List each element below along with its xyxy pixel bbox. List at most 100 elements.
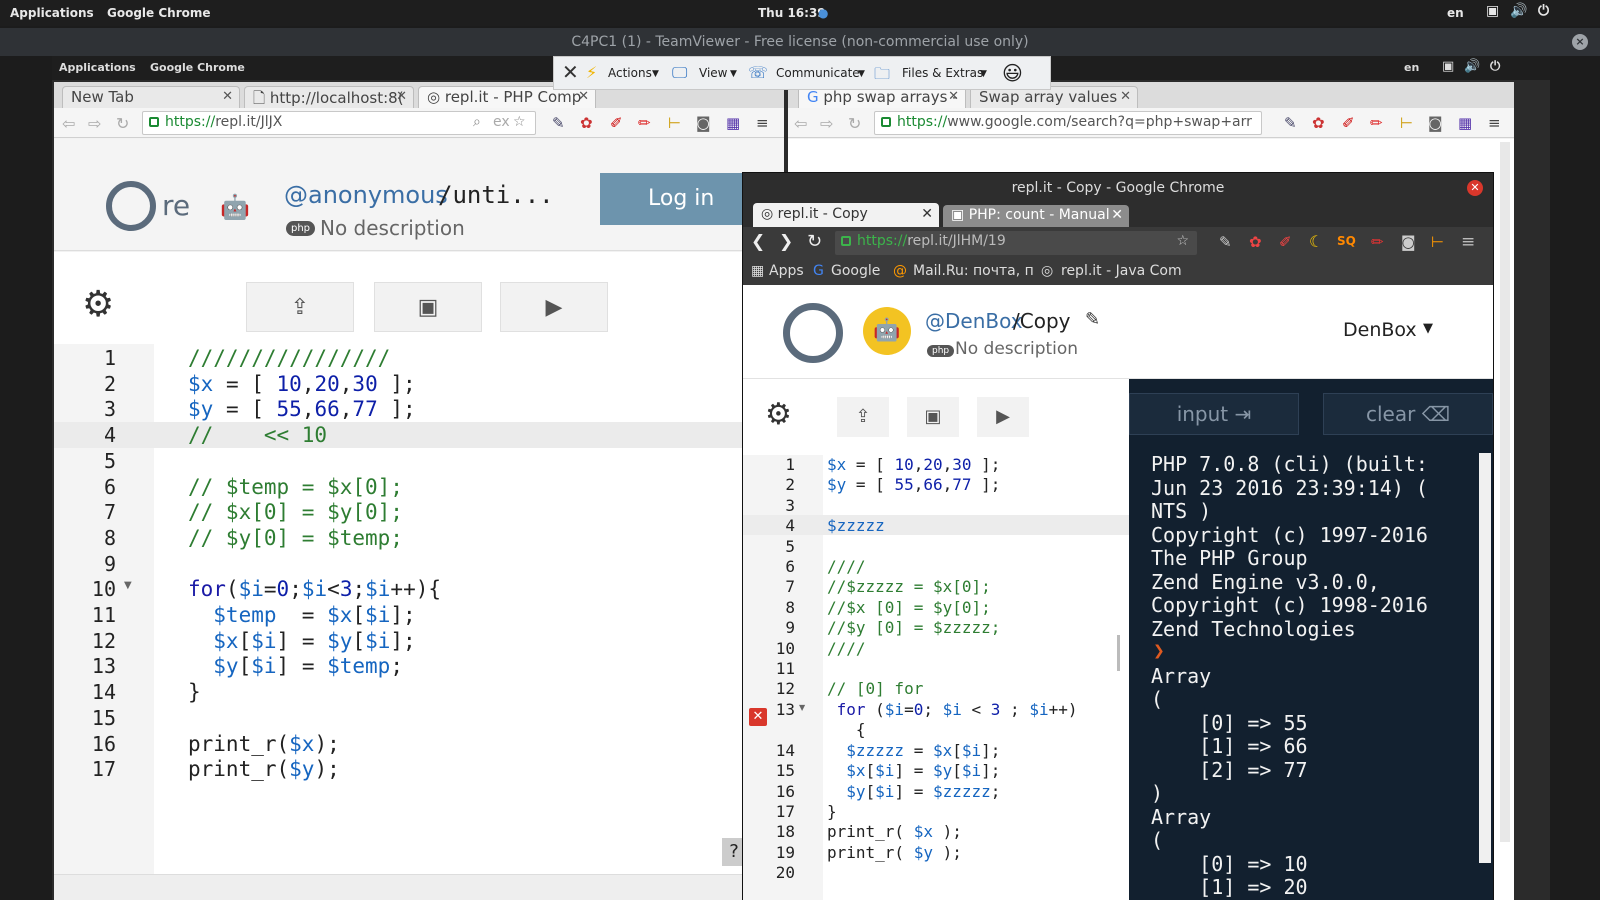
actions-menu[interactable]: Actions <box>608 66 652 80</box>
project-name[interactable]: /Copy <box>1013 309 1070 333</box>
code-line[interactable]: //////////////// <box>188 346 441 372</box>
clear-button[interactable]: clear ⌫ <box>1323 393 1493 435</box>
tab-php-count[interactable]: ▣ PHP: count - Manual ✕ <box>943 205 1129 227</box>
settings-gear-icon[interactable]: ⚙ <box>765 397 792 432</box>
code-line[interactable]: $x[$i] = $y[$i]; <box>188 629 441 655</box>
code-line[interactable]: $x = [ 10,20,30 ]; <box>188 372 441 398</box>
back-icon[interactable]: ⇦ <box>62 114 75 133</box>
applications-menu[interactable]: Applications <box>10 6 94 20</box>
eyedropper-icon[interactable]: ✎ <box>1284 114 1297 132</box>
camera-icon[interactable]: ◙ <box>1401 233 1416 251</box>
close-tab-icon[interactable]: ✕ <box>1111 207 1123 223</box>
remote-power-icon[interactable]: ⏻ <box>1490 59 1500 74</box>
close-tab-icon[interactable]: ✕ <box>578 89 589 104</box>
code-line[interactable]: } <box>188 680 441 706</box>
files-extras-menu[interactable]: Files & Extras <box>902 66 983 80</box>
smiley-icon[interactable]: 😃 <box>1002 61 1023 85</box>
code-line[interactable]: $y = [ 55,66,77 ]; <box>188 397 441 423</box>
avatar[interactable]: 🤖 <box>863 307 911 355</box>
code-line[interactable]: print_r($x); <box>188 732 441 758</box>
code-line[interactable]: $zzzzz = $x[$i]; <box>827 741 1078 761</box>
run-button[interactable]: ▶ <box>500 282 608 332</box>
pen-icon[interactable]: ✐ <box>1342 114 1355 132</box>
pen-icon[interactable]: ✐ <box>610 114 623 132</box>
bookmark-apps[interactable]: Apps <box>769 263 804 279</box>
code-line[interactable]: //$zzzzz = $x[0]; <box>827 577 1078 597</box>
clock[interactable]: Thu 16:39 <box>758 6 826 20</box>
reload-icon[interactable]: ↻ <box>116 114 129 133</box>
console-output[interactable]: PHP 7.0.8 (cli) (built: Jun 23 2016 23:39… <box>1151 452 1428 900</box>
keyboard-layout[interactable]: en <box>1447 6 1464 20</box>
user-link[interactable]: @DenBox <box>925 309 1023 333</box>
pen-icon[interactable]: ✐ <box>1279 233 1292 251</box>
code-line[interactable] <box>827 537 1078 557</box>
code-line[interactable] <box>188 449 441 475</box>
caret-down-icon[interactable]: ▼ <box>1423 321 1433 336</box>
color-wheel-icon[interactable]: ✿ <box>580 114 593 132</box>
moon-icon[interactable]: ☾ <box>1309 232 1323 251</box>
remote-keyboard-layout[interactable]: en <box>1404 61 1419 74</box>
remote-applications-menu[interactable]: Applications <box>59 61 136 74</box>
share-button[interactable]: ⇪ <box>246 282 354 332</box>
close-tab-icon[interactable]: ✕ <box>222 89 233 104</box>
reload-icon[interactable]: ↻ <box>807 231 822 252</box>
console-scrollbar[interactable] <box>1479 453 1491 863</box>
code-text[interactable]: $x = [ 10,20,30 ]; $y = [ 55,66,77 ]; $zz… <box>827 455 1078 884</box>
close-tab-icon[interactable]: ✕ <box>948 89 959 104</box>
code-text[interactable]: ////////////////$x = [ 10,20,30 ]; $y = [… <box>188 346 441 783</box>
ruler-icon[interactable]: ⊢ <box>1400 114 1413 132</box>
input-button[interactable]: input ⇥ <box>1129 393 1299 435</box>
menu-icon[interactable]: ≡ <box>1488 114 1501 132</box>
code-line[interactable]: // $temp = $x[0]; <box>188 475 441 501</box>
code-line[interactable]: // [0] for <box>827 679 1078 699</box>
active-app-menu[interactable]: Google Chrome <box>107 6 211 20</box>
code-line[interactable]: { <box>827 720 1078 740</box>
code-line[interactable]: $y[$i] = $temp; <box>188 654 441 680</box>
code-line[interactable]: } <box>827 802 1078 822</box>
bottom-resize-bar[interactable] <box>54 874 784 900</box>
menu-icon[interactable]: ≡ <box>1461 232 1475 252</box>
account-menu[interactable]: DenBox <box>1343 319 1417 341</box>
color-wheel-icon[interactable]: ✿ <box>1312 114 1325 132</box>
address-bar[interactable]: https://www.google.com/search?q=php+swap… <box>874 111 1262 135</box>
close-tab-icon[interactable]: ✕ <box>921 206 933 222</box>
window-icon[interactable]: ▣ <box>1486 3 1499 19</box>
code-line[interactable]: $zzzzz <box>827 516 1078 536</box>
tab-replit-copy[interactable]: ◎ repl.it - Copy ✕ <box>753 203 939 227</box>
code-line[interactable]: $y[$i] = $zzzzz; <box>827 782 1078 802</box>
code-line[interactable]: //$x [0] = $y[0]; <box>827 598 1078 618</box>
code-line[interactable]: //// <box>827 639 1078 659</box>
ruler-icon[interactable]: ⊢ <box>668 114 681 132</box>
ruler-icon[interactable]: ⊢ <box>1431 233 1444 251</box>
code-line[interactable] <box>827 496 1078 516</box>
run-button[interactable]: ▶ <box>977 397 1029 437</box>
description[interactable]: No description <box>955 339 1078 359</box>
code-line[interactable] <box>188 552 441 578</box>
star-icon[interactable]: ☆ <box>513 114 526 130</box>
code-line[interactable] <box>827 863 1078 883</box>
code-line[interactable]: $x[$i] = $y[$i]; <box>827 761 1078 781</box>
settings-gear-icon[interactable]: ⚙ <box>82 284 114 325</box>
back-icon[interactable]: ❮ <box>751 232 765 252</box>
code-line[interactable]: // $y[0] = $temp; <box>188 526 441 552</box>
tab-new-tab[interactable]: New Tab ✕ <box>62 86 240 108</box>
communicate-menu[interactable]: Communicate <box>776 66 860 80</box>
code-line[interactable]: for ($i=0; $i < 3 ; $i++) <box>827 700 1078 720</box>
share-button[interactable]: ⇪ <box>837 397 889 437</box>
forward-icon[interactable]: ⇨ <box>820 114 833 133</box>
zoom-icon[interactable]: ⌕ <box>473 114 481 130</box>
bookmark-google[interactable]: Google <box>831 263 880 279</box>
apps-icon[interactable]: ▦ <box>751 263 764 279</box>
camera-icon[interactable]: ◙ <box>1428 114 1443 132</box>
camera-icon[interactable]: ◙ <box>696 114 711 132</box>
code-line[interactable] <box>827 659 1078 679</box>
code-line[interactable]: print_r($y); <box>188 757 441 783</box>
fold-arrow-icon[interactable]: ▼ <box>799 703 805 712</box>
error-marker-icon[interactable]: ✕ <box>749 708 767 726</box>
forward-icon[interactable]: ❯ <box>779 232 793 252</box>
reload-icon[interactable]: ↻ <box>848 114 861 133</box>
code-line[interactable]: // $x[0] = $y[0]; <box>188 500 441 526</box>
replit-logo-icon[interactable] <box>783 303 843 363</box>
description[interactable]: No description <box>320 216 465 240</box>
color-wheel-icon[interactable]: ✿ <box>1249 233 1262 251</box>
